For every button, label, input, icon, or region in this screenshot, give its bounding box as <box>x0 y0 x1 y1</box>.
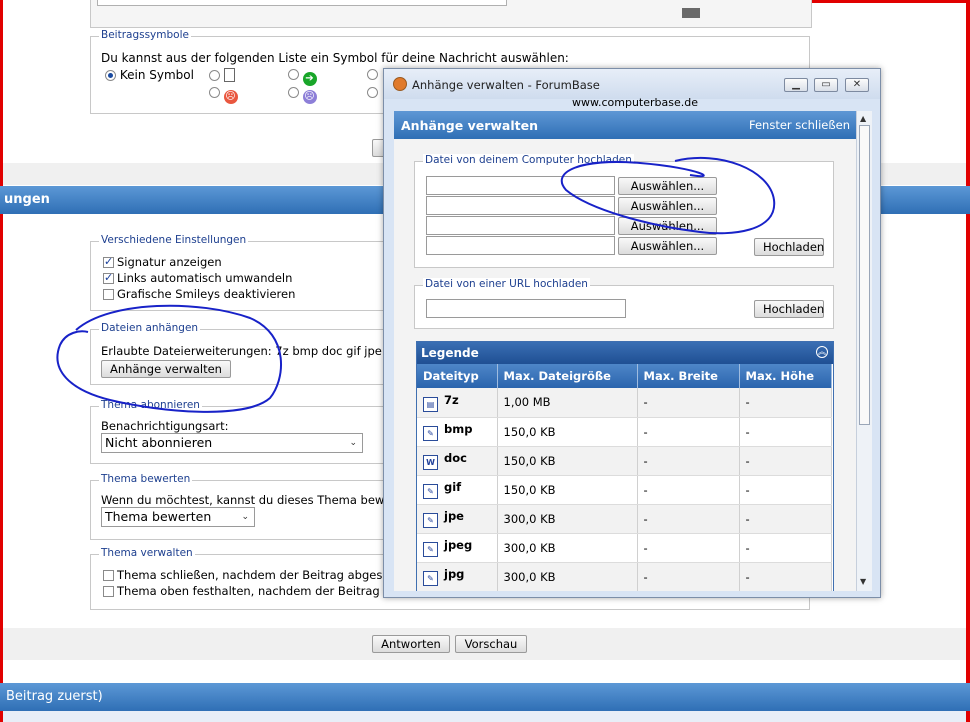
annotation-circle-upload <box>560 156 776 235</box>
annotation-circle-attachments <box>56 304 282 413</box>
annotation-overlay <box>56 156 776 413</box>
